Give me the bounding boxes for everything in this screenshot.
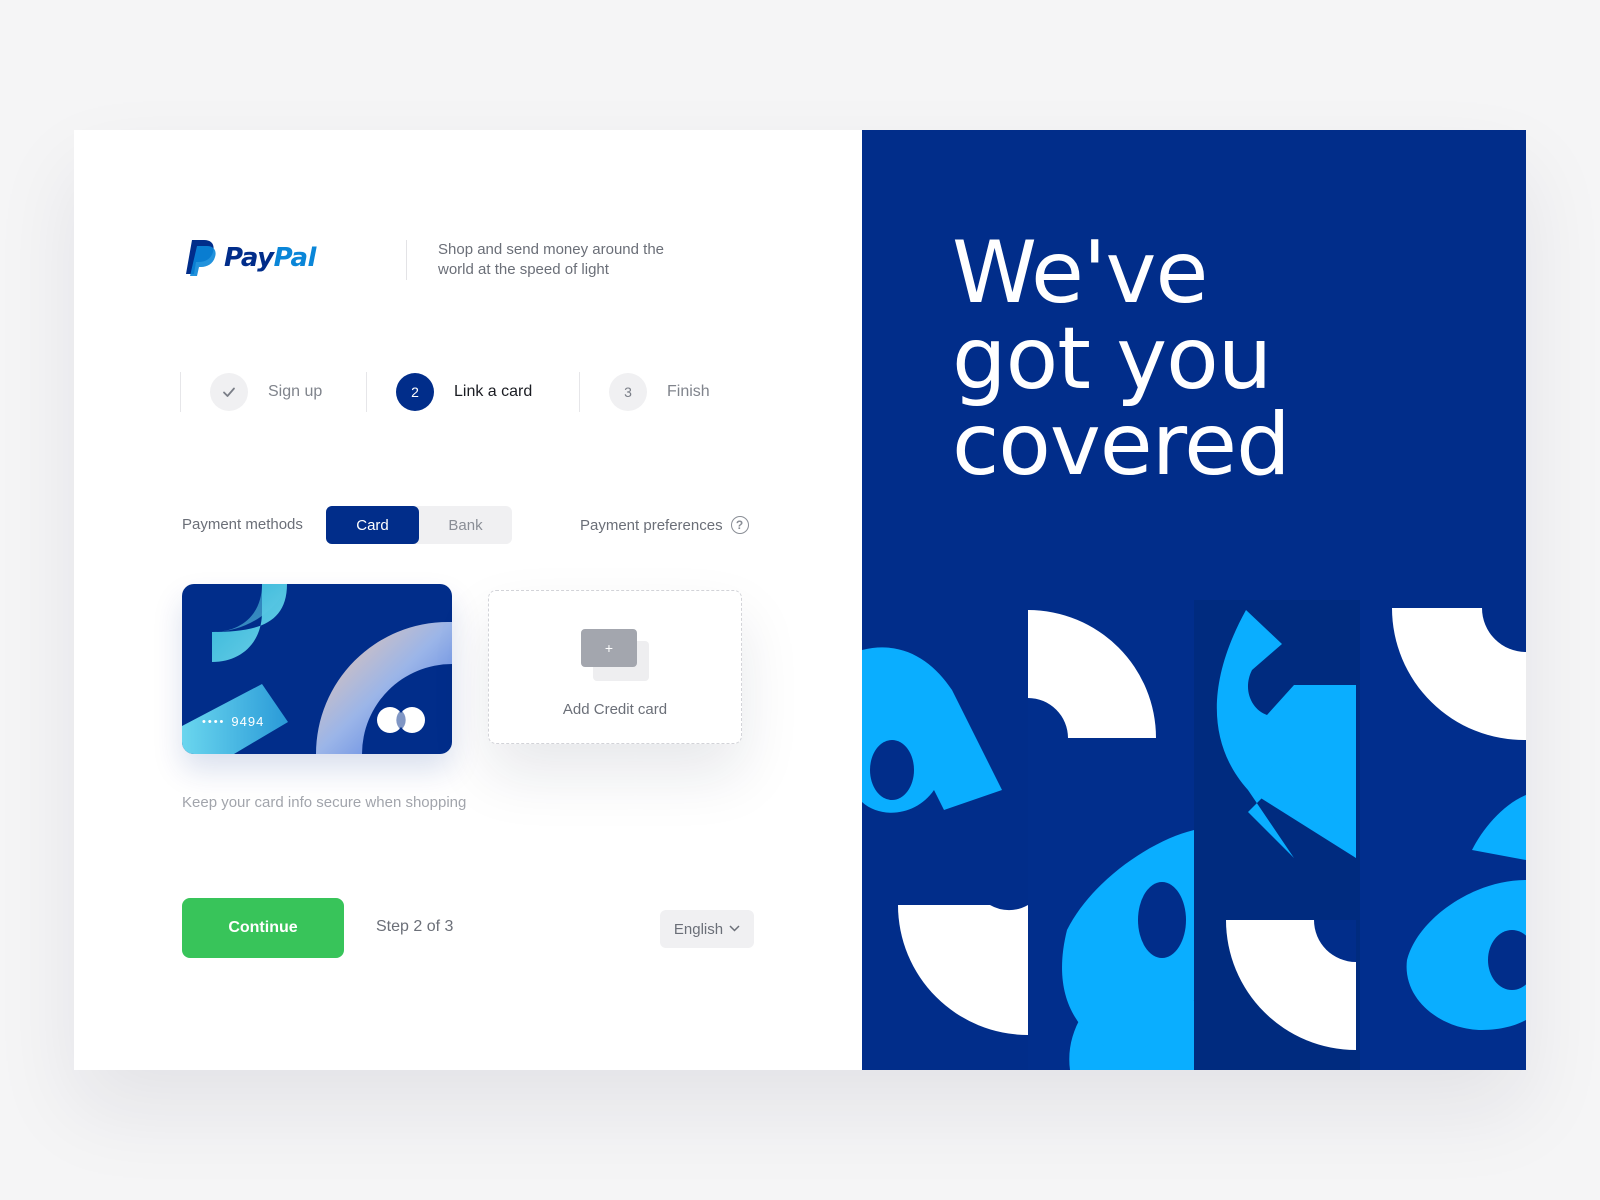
- hero-line-1: We've: [952, 223, 1208, 323]
- language-value: English: [673, 920, 724, 938]
- step-label: Link a card: [454, 383, 533, 400]
- form-section: PayPal Shop and send money around the wo…: [74, 130, 862, 1070]
- step-divider: [366, 372, 367, 412]
- paypal-icon: [186, 240, 216, 276]
- tab-bank[interactable]: Bank: [419, 506, 512, 544]
- header-divider: [406, 240, 407, 280]
- step-label: Finish: [667, 383, 710, 400]
- plus-card-icon: +: [581, 629, 651, 685]
- logo-wordmark-pal: Pal: [273, 243, 317, 273]
- hero-section: We've got you covered: [862, 130, 1526, 1070]
- security-hint: Keep your card info secure when shopping: [182, 794, 467, 811]
- step-number: 2: [396, 373, 434, 411]
- step-sign-up[interactable]: Sign up: [180, 372, 322, 412]
- payment-preferences-link[interactable]: Payment preferences ?: [580, 516, 749, 534]
- card-last4: 9494: [231, 714, 265, 729]
- step-number: 3: [609, 373, 647, 411]
- tagline: Shop and send money around the world at …: [438, 241, 665, 278]
- stepper: Sign up 2 Link a card 3 Finish: [180, 372, 780, 412]
- question-circle-icon[interactable]: ?: [730, 516, 749, 534]
- language-select[interactable]: English: [660, 910, 754, 948]
- add-credit-card-button[interactable]: + Add Credit card: [488, 590, 742, 744]
- payment-method-toggle: Card Bank: [326, 506, 512, 544]
- tab-card[interactable]: Card: [326, 506, 419, 544]
- card-mask: ••••: [202, 715, 226, 728]
- signup-panel: PayPal Shop and send money around the wo…: [74, 130, 1526, 1070]
- logo-wordmark-pay: Pay: [224, 243, 274, 273]
- add-credit-card-label: Add Credit card: [562, 701, 668, 718]
- check-icon: [210, 373, 248, 411]
- chevron-down-icon: [729, 923, 740, 935]
- step-finish[interactable]: 3 Finish: [579, 372, 710, 412]
- step-divider: [579, 372, 580, 412]
- step-divider: [180, 372, 181, 412]
- card-stack-front: +: [581, 629, 637, 667]
- payment-preferences-label: Payment preferences: [580, 516, 723, 534]
- hero-line-2: got you: [952, 309, 1272, 409]
- credit-card[interactable]: •••• 9494: [182, 584, 452, 754]
- step-label: Sign up: [268, 383, 323, 400]
- step-progress-text: Step 2 of 3: [376, 918, 454, 935]
- payment-methods-label: Payment methods: [182, 516, 303, 533]
- hero-line-3: covered: [952, 395, 1291, 495]
- logo-wordmark: PayPal: [224, 243, 316, 273]
- continue-button[interactable]: Continue: [182, 898, 344, 958]
- step-link-card[interactable]: 2 Link a card: [366, 372, 532, 412]
- paypal-logo: PayPal: [184, 240, 316, 276]
- card-number: •••• 9494: [202, 714, 264, 729]
- hero-headline: We've got you covered: [952, 223, 1291, 495]
